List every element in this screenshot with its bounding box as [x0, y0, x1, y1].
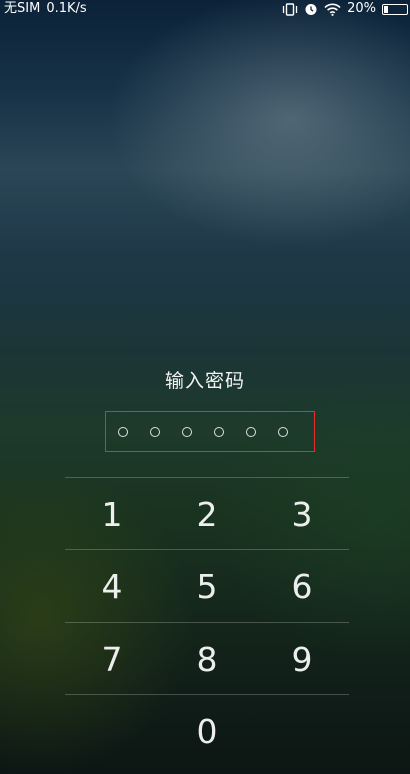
- pin-dot: [246, 427, 256, 437]
- wifi-icon: [324, 3, 341, 16]
- key-2[interactable]: 2: [160, 479, 254, 551]
- key-5[interactable]: 5: [160, 551, 254, 623]
- pin-dot: [150, 427, 160, 437]
- key-4[interactable]: 4: [65, 551, 159, 623]
- battery-fill: [384, 5, 388, 13]
- pin-dot: [118, 427, 128, 437]
- key-1[interactable]: 1: [65, 479, 159, 551]
- battery-percent: 20%: [347, 1, 376, 16]
- pin-dot: [182, 427, 192, 437]
- status-bar: 无SIM 0.1K/s 20%: [0, 0, 410, 18]
- key-7[interactable]: 7: [65, 624, 159, 696]
- alarm-icon: [304, 2, 318, 16]
- vibrate-icon: [282, 2, 298, 16]
- network-speed: 0.1K/s: [46, 1, 87, 16]
- pin-dot: [214, 427, 224, 437]
- pin-dots: [118, 427, 302, 439]
- key-6[interactable]: 6: [255, 551, 349, 623]
- carrier-label: 无SIM: [4, 1, 41, 16]
- key-3[interactable]: 3: [255, 479, 349, 551]
- key-9[interactable]: 9: [255, 624, 349, 696]
- battery-icon: [382, 3, 408, 15]
- key-8[interactable]: 8: [160, 624, 254, 696]
- key-0[interactable]: 0: [160, 696, 254, 768]
- keypad-divider: [65, 477, 349, 478]
- pin-dot: [278, 427, 288, 437]
- status-right: 20%: [282, 0, 408, 18]
- page-title: 输入密码: [164, 370, 245, 392]
- status-left: 无SIM 0.1K/s: [4, 0, 93, 18]
